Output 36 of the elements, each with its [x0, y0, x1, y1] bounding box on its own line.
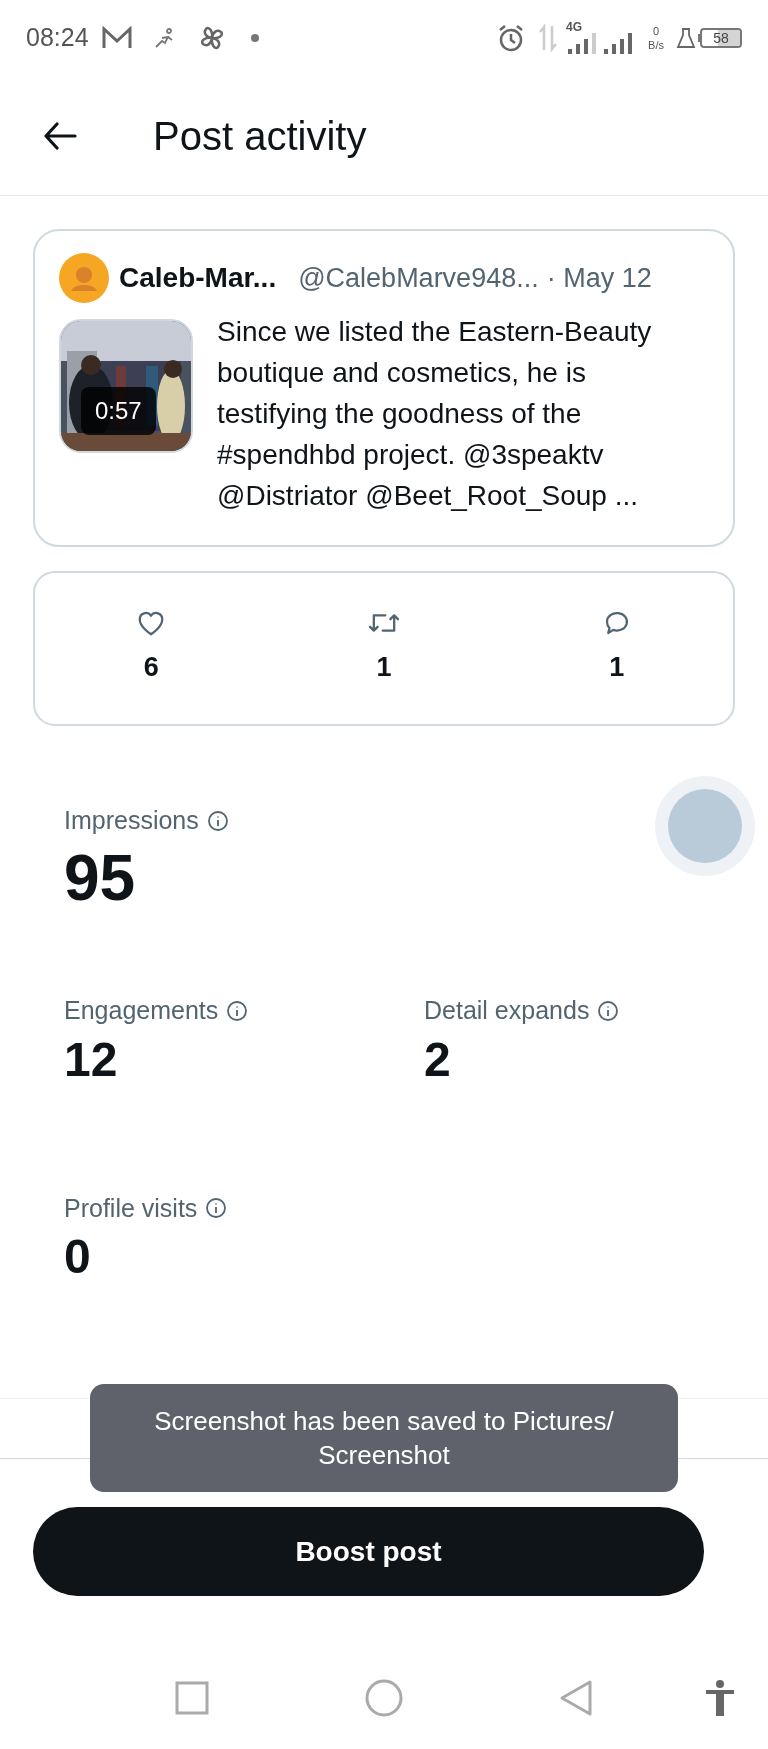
- toast-message: Screenshot has been saved to Pictures/ Screenshot: [90, 1384, 678, 1492]
- network-type: 4G: [566, 21, 583, 33]
- post-date: · May 12: [546, 261, 652, 295]
- page-title: Post activity: [153, 112, 367, 160]
- video-duration: 0:57: [81, 387, 156, 435]
- clock-time: 08:24: [26, 22, 89, 54]
- info-icon[interactable]: [206, 809, 229, 832]
- author-handle[interactable]: @CalebMarve948...: [298, 257, 539, 299]
- speed-value: 0: [653, 25, 660, 37]
- metric-label: Engagements: [64, 995, 219, 1026]
- info-icon[interactable]: [597, 999, 620, 1022]
- engagement-count: 1: [376, 651, 392, 685]
- info-icon[interactable]: [205, 1197, 228, 1220]
- boost-post-button[interactable]: Boost post: [33, 1507, 704, 1596]
- video-thumbnail[interactable]: 0:57: [59, 319, 193, 453]
- metric-label: Profile visits: [64, 1192, 198, 1224]
- battery-level: 58: [713, 30, 729, 46]
- speed-unit: B/s: [648, 39, 664, 51]
- metric-label: Impressions: [64, 805, 199, 836]
- post-card[interactable]: [33, 229, 735, 547]
- metric-value: 2: [424, 1031, 451, 1088]
- engagement-count: 6: [143, 651, 159, 685]
- metric-value: 12: [64, 1031, 118, 1088]
- accessibility-icon[interactable]: [704, 1679, 736, 1717]
- avatar-icon: [59, 253, 109, 303]
- engagement-count: 1: [609, 651, 625, 685]
- back-arrow-icon: [43, 121, 77, 150]
- data-arrows-icon: [538, 24, 559, 52]
- post-text: Since we listed the Eastern-Beauty boutique and cosmetics, he is testifying the goodness of the #spendhbd project. @3speaktv @Distriator @Beet_Root_Soup ...: [217, 315, 653, 513]
- mail-icon: [100, 26, 133, 50]
- metric-label: Detail expands: [424, 995, 590, 1026]
- author-name[interactable]: Caleb-Mar...: [119, 257, 277, 299]
- flask-icon: [676, 27, 696, 49]
- info-icon[interactable]: [226, 999, 249, 1022]
- metric-value: 0: [64, 1229, 91, 1285]
- metric-value: 95: [64, 840, 136, 916]
